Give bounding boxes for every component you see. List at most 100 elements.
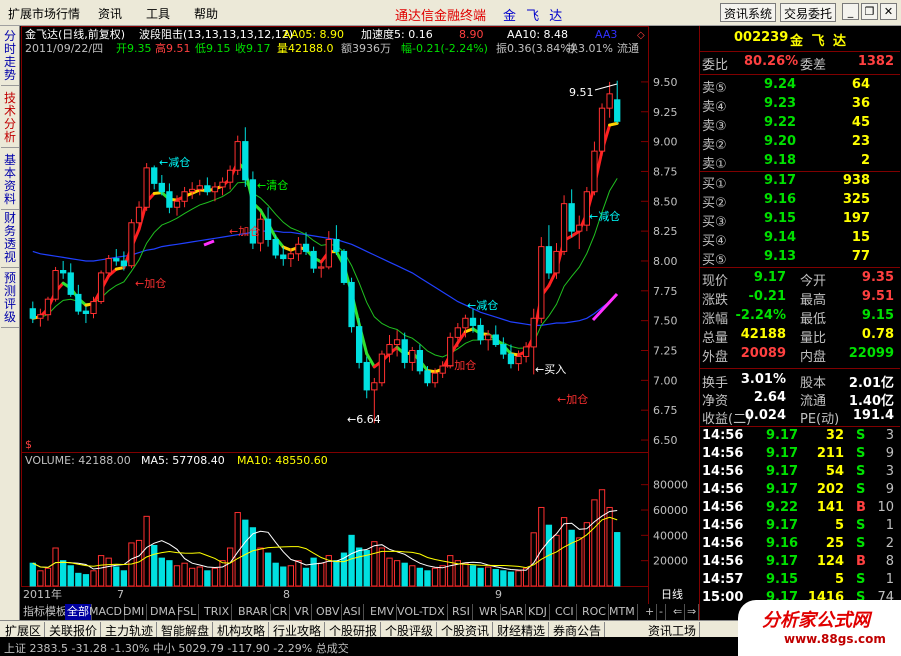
trade-order-button[interactable]: 交易委托 bbox=[780, 3, 837, 22]
indicator-tab-trix[interactable]: TRIX bbox=[202, 604, 233, 620]
info-amplitude: 振0.36(3.84%) bbox=[496, 41, 575, 55]
stat2-label: 换手 bbox=[702, 376, 729, 391]
price-axis-label: 8.75 bbox=[653, 165, 678, 178]
bid-volume: 938 bbox=[842, 173, 870, 188]
tab-basic-info[interactable]: 基本资料 bbox=[1, 154, 19, 210]
indicator-name: 波段阻击(13,13,13,13,12,12) bbox=[139, 27, 293, 41]
indicator-tab-wr[interactable]: WR bbox=[477, 604, 501, 620]
aa05-value: AA05: 8.90 bbox=[283, 28, 344, 41]
indicator-tab-rsi[interactable]: RSI bbox=[450, 604, 473, 620]
tick-row: 14:56 9.17 32 S 3 bbox=[700, 428, 896, 447]
volume-axis-label: 20000 bbox=[653, 555, 688, 568]
candle bbox=[37, 308, 44, 327]
indicator-tab-asi[interactable]: ASI bbox=[341, 604, 364, 620]
stat2-value: 3.01% bbox=[740, 372, 786, 387]
candle bbox=[295, 237, 302, 261]
scroll-right-icon[interactable]: ⇒ bbox=[685, 604, 700, 620]
stat-value: 9.15 bbox=[861, 308, 894, 323]
ask-volume: 2 bbox=[860, 153, 870, 168]
tick-volume: 54 bbox=[825, 464, 844, 479]
tab-financial[interactable]: 财务透视 bbox=[1, 212, 19, 268]
indicator-tab-obv[interactable]: OBV bbox=[314, 604, 343, 620]
candle bbox=[242, 127, 249, 187]
tick-time: 14:56 bbox=[702, 446, 744, 461]
candle bbox=[75, 284, 82, 315]
indicator-tab-vr[interactable]: VR bbox=[292, 604, 313, 620]
quote-header: 002239 金 飞 达 bbox=[700, 30, 896, 49]
bid-price: 9.17 bbox=[764, 173, 797, 188]
x-label-aug: 8 bbox=[283, 588, 290, 601]
indicator-tab-fsl[interactable]: FSL bbox=[175, 604, 200, 620]
menu-item-tools[interactable]: 工具 bbox=[146, 5, 170, 22]
restore-icon[interactable]: ❐ bbox=[861, 3, 878, 20]
candle bbox=[234, 135, 241, 176]
volume-bar bbox=[196, 566, 203, 587]
kline-chart-svg[interactable]: 9.50 9.25 9.00 8.75 8.50 8.25 8.00 7.75 7.50 7.25… bbox=[21, 26, 699, 604]
remove-icon[interactable]: - bbox=[657, 604, 666, 620]
news-system-button[interactable]: 资讯系统 bbox=[720, 3, 777, 22]
menu-item-extended-market[interactable]: 扩展市场行情 bbox=[8, 5, 80, 22]
tab-technical-analysis[interactable]: 技术分析 bbox=[1, 92, 19, 148]
bid-price: 9.13 bbox=[764, 249, 797, 264]
stat2-label: PE(动) bbox=[800, 412, 840, 427]
indicator-tab-roc[interactable]: ROC bbox=[580, 604, 609, 620]
candle bbox=[219, 177, 226, 196]
volume-bar bbox=[52, 547, 59, 587]
indicator-tab-emv[interactable]: EMV bbox=[368, 604, 397, 620]
volume-bar bbox=[280, 566, 287, 587]
volume-ma10-line bbox=[32, 516, 618, 569]
close-icon[interactable]: ✕ bbox=[880, 3, 897, 20]
menu-item-help[interactable]: 帮助 bbox=[194, 5, 218, 22]
stat2-row: 净资 2.64 流通 1.40亿 bbox=[700, 390, 896, 409]
volume-bar bbox=[355, 547, 363, 587]
stat-value: 42188 bbox=[740, 327, 786, 342]
tick-row: 14:56 9.17 54 S 3 bbox=[700, 464, 896, 483]
menu-item-news[interactable]: 资讯 bbox=[98, 5, 122, 22]
tick-row: 14:56 9.17 5 S 1 bbox=[700, 518, 896, 537]
ask-row: 卖② 9.20 23 bbox=[700, 134, 896, 153]
indicator-tab-cci[interactable]: CCI bbox=[553, 604, 577, 620]
scroll-left-icon[interactable]: ⇐ bbox=[671, 604, 686, 620]
stat-label: 量比 bbox=[800, 331, 827, 346]
ask-row: 卖③ 9.22 45 bbox=[700, 115, 896, 134]
stat-value: -2.24% bbox=[735, 308, 787, 323]
minimize-icon[interactable]: _ bbox=[842, 3, 859, 20]
quote-panel: 002239 金 飞 达 委比 80.26% 委差 1382 卖⑤ 9.24 64 卖… bbox=[699, 26, 901, 620]
tick-side: B bbox=[856, 554, 866, 569]
volume-bar bbox=[393, 560, 401, 587]
volume-bar bbox=[568, 529, 575, 587]
tab-intraday[interactable]: 分时走势 bbox=[1, 30, 19, 86]
indicator-tab-mtm[interactable]: MTM bbox=[607, 604, 638, 620]
volume-bar bbox=[401, 562, 408, 587]
kline-chart-area[interactable]: 9.50 9.25 9.00 8.75 8.50 8.25 8.00 7.75 7.50 7.25… bbox=[21, 26, 699, 604]
annotation-reduce-2: ←减仓 bbox=[467, 298, 498, 312]
tick-volume: 124 bbox=[816, 554, 844, 569]
indicator-tab-dma[interactable]: DMA bbox=[148, 604, 179, 620]
logo-line2: www.88gs.com bbox=[784, 632, 886, 646]
volume-bar bbox=[135, 539, 143, 587]
price-axis-label: 8.50 bbox=[653, 195, 678, 208]
add-icon[interactable]: + bbox=[643, 604, 658, 620]
volume-bar bbox=[507, 571, 515, 587]
stat-label: 现价 bbox=[702, 274, 729, 289]
candle bbox=[226, 165, 234, 190]
stat-value: 9.17 bbox=[753, 270, 786, 285]
indicator-tab-sar[interactable]: SAR bbox=[499, 604, 527, 620]
period-label[interactable]: 日线 bbox=[661, 587, 683, 601]
stat-value: 0.78 bbox=[861, 327, 894, 342]
indicator-tab-macd[interactable]: MACD bbox=[87, 604, 125, 620]
volume-bar bbox=[37, 570, 44, 587]
indicator-tab-brar[interactable]: BRAR bbox=[236, 604, 271, 620]
tick-count: 10 bbox=[877, 500, 894, 515]
tab-forecast[interactable]: 预测评级 bbox=[1, 272, 19, 328]
indicator-tab-cr[interactable]: CR bbox=[270, 604, 291, 620]
stock-name: 金 飞 达 bbox=[790, 34, 849, 49]
indicator-tab-dmi[interactable]: DMI bbox=[121, 604, 148, 620]
chart-title: 金飞达(日线,前复权) bbox=[25, 27, 125, 41]
tick-time: 14:56 bbox=[702, 536, 744, 551]
indicator-tab-vol-tdx[interactable]: VOL-TDX bbox=[395, 604, 448, 620]
indicator-tab-kdj[interactable]: KDJ bbox=[526, 604, 550, 620]
tick-row: 14:57 9.15 5 S 1 bbox=[700, 572, 896, 591]
ask-row: 卖④ 9.23 36 bbox=[700, 96, 896, 115]
volume-bar bbox=[333, 560, 340, 587]
